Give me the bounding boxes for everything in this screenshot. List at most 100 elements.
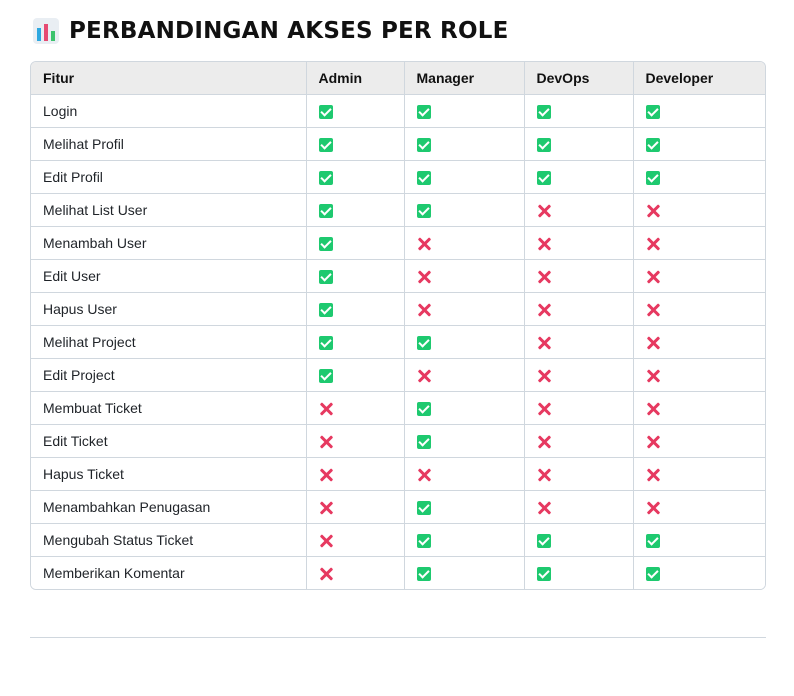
check-icon	[536, 534, 551, 549]
access-comparison-table: Fitur Admin Manager DevOps Developer Log…	[30, 61, 766, 590]
feature-name: Hapus Ticket	[31, 457, 306, 491]
access-cell	[523, 490, 633, 524]
table-row: Melihat Profil	[31, 127, 765, 161]
check-icon	[645, 171, 660, 186]
feature-name: Hapus User	[31, 292, 306, 326]
table-row: Edit Ticket	[31, 424, 765, 458]
table-header-row: Fitur Admin Manager DevOps Developer	[31, 62, 765, 95]
cross-icon	[646, 237, 660, 251]
cross-icon	[417, 468, 431, 482]
cross-icon	[319, 534, 333, 548]
feature-name: Menambah User	[31, 226, 306, 260]
access-cell	[403, 94, 524, 128]
access-cell	[523, 391, 633, 425]
access-cell	[632, 259, 765, 293]
access-cell	[305, 490, 404, 524]
check-icon	[645, 567, 660, 582]
access-cell	[523, 127, 633, 161]
access-cell	[305, 457, 404, 491]
access-cell	[523, 325, 633, 359]
access-cell	[403, 292, 524, 326]
access-cell	[632, 424, 765, 458]
feature-name: Login	[31, 94, 306, 128]
access-cell	[523, 226, 633, 260]
access-cell	[523, 160, 633, 194]
check-icon	[318, 237, 333, 252]
access-cell	[523, 94, 633, 128]
check-icon	[318, 270, 333, 285]
access-cell	[632, 127, 765, 161]
table-body: Login Melihat Profil Edit Profil Melihat Li…	[31, 94, 765, 589]
access-cell	[632, 292, 765, 326]
feature-name: Edit Ticket	[31, 424, 306, 458]
table-row: Hapus Ticket	[31, 457, 765, 491]
access-cell	[403, 160, 524, 194]
feature-name: Menambahkan Penugasan	[31, 490, 306, 524]
access-cell	[403, 259, 524, 293]
cross-icon	[537, 501, 551, 515]
access-cell	[632, 193, 765, 227]
check-icon	[318, 204, 333, 219]
column-header-devops: DevOps	[523, 62, 633, 95]
table-row: Login	[31, 94, 765, 128]
cross-icon	[646, 303, 660, 317]
access-cell	[632, 226, 765, 260]
cross-icon	[646, 402, 660, 416]
access-cell	[305, 424, 404, 458]
cross-icon	[537, 204, 551, 218]
check-icon	[536, 171, 551, 186]
column-header-manager: Manager	[403, 62, 524, 95]
cross-icon	[537, 237, 551, 251]
check-icon	[318, 303, 333, 318]
check-icon	[318, 138, 333, 153]
feature-name: Membuat Ticket	[31, 391, 306, 425]
table-row: Menambahkan Penugasan	[31, 490, 765, 524]
cross-icon	[417, 237, 431, 251]
check-icon	[645, 138, 660, 153]
check-icon	[416, 501, 431, 516]
check-icon	[318, 171, 333, 186]
page-title: PERBANDINGAN AKSES PER ROLE	[69, 18, 509, 44]
bar-chart-icon	[33, 18, 59, 44]
access-cell	[305, 94, 404, 128]
table-row: Memberikan Komentar	[31, 556, 765, 589]
access-cell	[403, 391, 524, 425]
access-cell	[632, 556, 765, 589]
feature-name: Melihat List User	[31, 193, 306, 227]
column-header-admin: Admin	[305, 62, 404, 95]
check-icon	[416, 435, 431, 450]
cross-icon	[646, 435, 660, 449]
check-icon	[416, 534, 431, 549]
access-cell	[403, 457, 524, 491]
feature-name: Melihat Profil	[31, 127, 306, 161]
cross-icon	[319, 567, 333, 581]
access-cell	[523, 556, 633, 589]
access-cell	[305, 226, 404, 260]
access-cell	[632, 391, 765, 425]
check-icon	[536, 105, 551, 120]
cross-icon	[417, 270, 431, 284]
table-row: Melihat List User	[31, 193, 765, 227]
access-cell	[305, 292, 404, 326]
check-icon	[416, 138, 431, 153]
feature-name: Edit Project	[31, 358, 306, 392]
cross-icon	[646, 468, 660, 482]
access-cell	[305, 259, 404, 293]
cross-icon	[646, 336, 660, 350]
cross-icon	[319, 402, 333, 416]
access-cell	[523, 358, 633, 392]
cross-icon	[417, 303, 431, 317]
check-icon	[645, 105, 660, 120]
table-row: Membuat Ticket	[31, 391, 765, 425]
access-cell	[632, 94, 765, 128]
cross-icon	[537, 402, 551, 416]
access-cell	[305, 160, 404, 194]
table-row: Menambah User	[31, 226, 765, 260]
column-header-feature: Fitur	[31, 62, 306, 95]
access-cell	[523, 292, 633, 326]
check-icon	[416, 171, 431, 186]
cross-icon	[537, 369, 551, 383]
access-cell	[523, 457, 633, 491]
access-cell	[632, 490, 765, 524]
check-icon	[536, 567, 551, 582]
